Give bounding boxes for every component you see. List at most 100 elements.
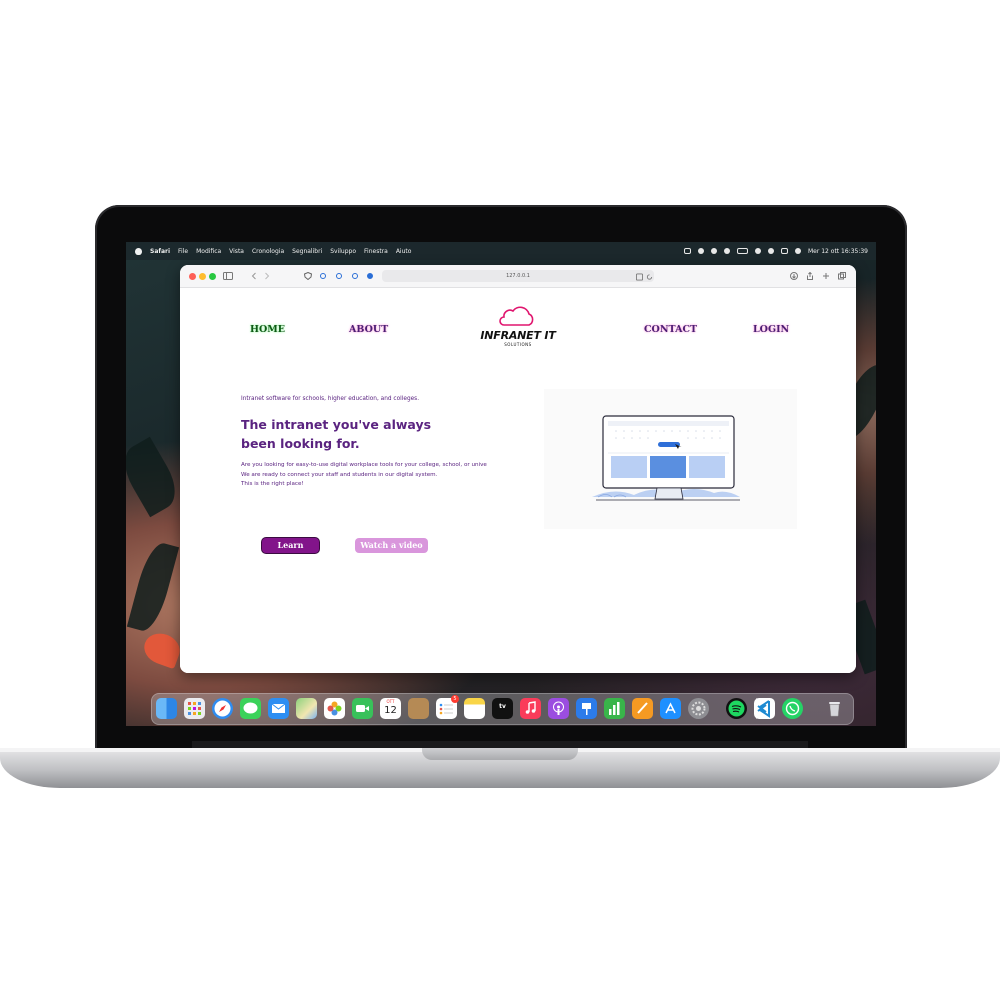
bell-icon[interactable] (710, 248, 717, 254)
translate-icon[interactable] (636, 273, 643, 281)
cloud-logo-icon (499, 306, 534, 326)
nav-about-link[interactable]: ABOUT (349, 324, 388, 335)
site-logo[interactable]: INFRANET IT SOLUTIONS (478, 305, 558, 349)
photos-icon[interactable] (324, 698, 345, 719)
notes-icon[interactable] (464, 698, 485, 719)
hero-description: Are you looking for easy-to-use digital … (241, 461, 546, 490)
screen-share-icon[interactable] (683, 248, 691, 254)
close-window-button[interactable] (189, 273, 196, 280)
podcast-icon (553, 701, 564, 715)
trash-can-icon (829, 702, 840, 717)
battery-icon[interactable] (736, 248, 748, 254)
app-store-a-icon (665, 702, 676, 714)
logo-title: INFRANET IT (480, 329, 556, 342)
menu-item-view[interactable]: Vista (229, 248, 244, 255)
gear-icon (691, 701, 706, 716)
nav-home-link[interactable]: HOME (250, 324, 285, 335)
logo-subtitle: SOLUTIONS (504, 342, 532, 347)
watch-video-button[interactable]: Watch a video (355, 538, 428, 553)
contacts-icon[interactable] (408, 698, 429, 719)
whatsapp-icon[interactable] (782, 698, 803, 719)
app-store-icon[interactable] (660, 698, 681, 719)
hero-description-line-3: This is the right place! (241, 481, 304, 487)
menu-clock[interactable]: Mer 12 ott 16:35:39 (808, 248, 868, 255)
pen-icon (637, 702, 648, 714)
menu-item-history[interactable]: Cronologia (252, 248, 284, 255)
minimize-window-button[interactable] (199, 273, 206, 280)
nav-login-link[interactable]: LOGIN (753, 324, 789, 335)
launchpad-icon[interactable] (184, 698, 205, 719)
messages-icon[interactable] (240, 698, 261, 719)
spotify-waves-icon (728, 700, 745, 717)
menu-item-bookmarks[interactable]: Segnalibri (292, 248, 322, 255)
hero-tagline: Intranet software for schools, higher ed… (241, 396, 420, 402)
siri-icon[interactable] (794, 248, 801, 254)
launchpad-grid-icon (188, 702, 201, 715)
maps-icon[interactable] (296, 698, 317, 719)
hero-headline: The intranet you've always been looking … (241, 415, 461, 453)
control-center-icon[interactable] (780, 248, 788, 254)
shield-icon[interactable] (697, 248, 704, 254)
zoom-window-button[interactable] (209, 273, 216, 280)
facetime-icon[interactable] (352, 698, 373, 719)
extension-icon[interactable] (367, 273, 373, 279)
system-preferences-icon[interactable] (688, 698, 709, 719)
vscode-logo-icon (757, 700, 770, 718)
hero-illustration (544, 389, 797, 529)
spotlight-search-icon[interactable] (767, 248, 774, 254)
share-icon[interactable] (806, 272, 814, 280)
numbers-icon[interactable] (604, 698, 625, 719)
learn-more-button[interactable]: Learn more (262, 538, 319, 565)
apple-tv-label: tv (499, 703, 506, 710)
laptop-hinge (192, 741, 808, 748)
menu-app-name[interactable]: Safari (150, 248, 170, 255)
new-tab-icon[interactable] (822, 272, 830, 280)
keynote-icon[interactable] (576, 698, 597, 719)
menu-item-help[interactable]: Aiuto (396, 248, 412, 255)
web-page: HOME ABOUT CONTACT LOGIN INFRANET IT SOL… (180, 288, 856, 673)
extension-icon[interactable] (320, 273, 326, 279)
calendar-day: 12 (384, 705, 397, 716)
calendar-icon[interactable]: OTT 12 (380, 698, 401, 719)
address-bar[interactable]: 127.0.0.1 (382, 270, 654, 282)
menu-item-window[interactable]: Finestra (364, 248, 388, 255)
music-icon[interactable] (520, 698, 541, 719)
forward-icon[interactable] (264, 272, 270, 280)
hero-headline-line-1: The intranet you've always (241, 417, 432, 432)
downloads-icon[interactable] (790, 272, 798, 280)
apple-tv-icon[interactable]: tv (492, 698, 513, 719)
privacy-report-icon[interactable] (304, 272, 312, 280)
laptop-screen: Safari File Modifica Vista Cronologia Se… (126, 242, 876, 726)
safari-icon[interactable] (212, 698, 233, 719)
podium-icon (582, 703, 591, 715)
spotify-icon[interactable] (726, 698, 747, 719)
back-icon[interactable] (251, 272, 257, 280)
menu-item-edit[interactable]: Modifica (196, 248, 221, 255)
trash-icon[interactable] (824, 698, 845, 719)
apple-icon[interactable] (135, 247, 142, 255)
dock: OTT 12 5 tv (151, 693, 854, 725)
finder-icon[interactable] (156, 698, 177, 719)
bluetooth-icon[interactable] (723, 248, 730, 254)
wifi-icon[interactable] (754, 248, 761, 254)
sidebar-toggle-icon[interactable] (223, 272, 233, 280)
envelope-icon (271, 703, 286, 713)
reload-icon[interactable] (646, 273, 653, 281)
pages-icon[interactable] (632, 698, 653, 719)
menu-item-develop[interactable]: Sviluppo (330, 248, 356, 255)
calendar-month: OTT (386, 699, 395, 704)
vscode-icon[interactable] (754, 698, 775, 719)
extension-icon[interactable] (336, 273, 342, 279)
nav-contact-link[interactable]: CONTACT (644, 324, 697, 335)
computer-monitor-illustration (592, 415, 740, 501)
mail-icon[interactable] (268, 698, 289, 719)
reminders-icon[interactable]: 5 (436, 695, 459, 719)
laptop-notch (422, 748, 578, 760)
speech-bubble-icon (243, 702, 258, 714)
podcasts-icon[interactable] (548, 698, 569, 719)
tab-overview-icon[interactable] (838, 272, 846, 280)
compass-icon (214, 700, 231, 717)
extension-icon[interactable] (352, 273, 358, 279)
hero-description-line-1: Are you looking for easy-to-use digital … (241, 462, 487, 468)
menu-item-file[interactable]: File (178, 248, 188, 255)
